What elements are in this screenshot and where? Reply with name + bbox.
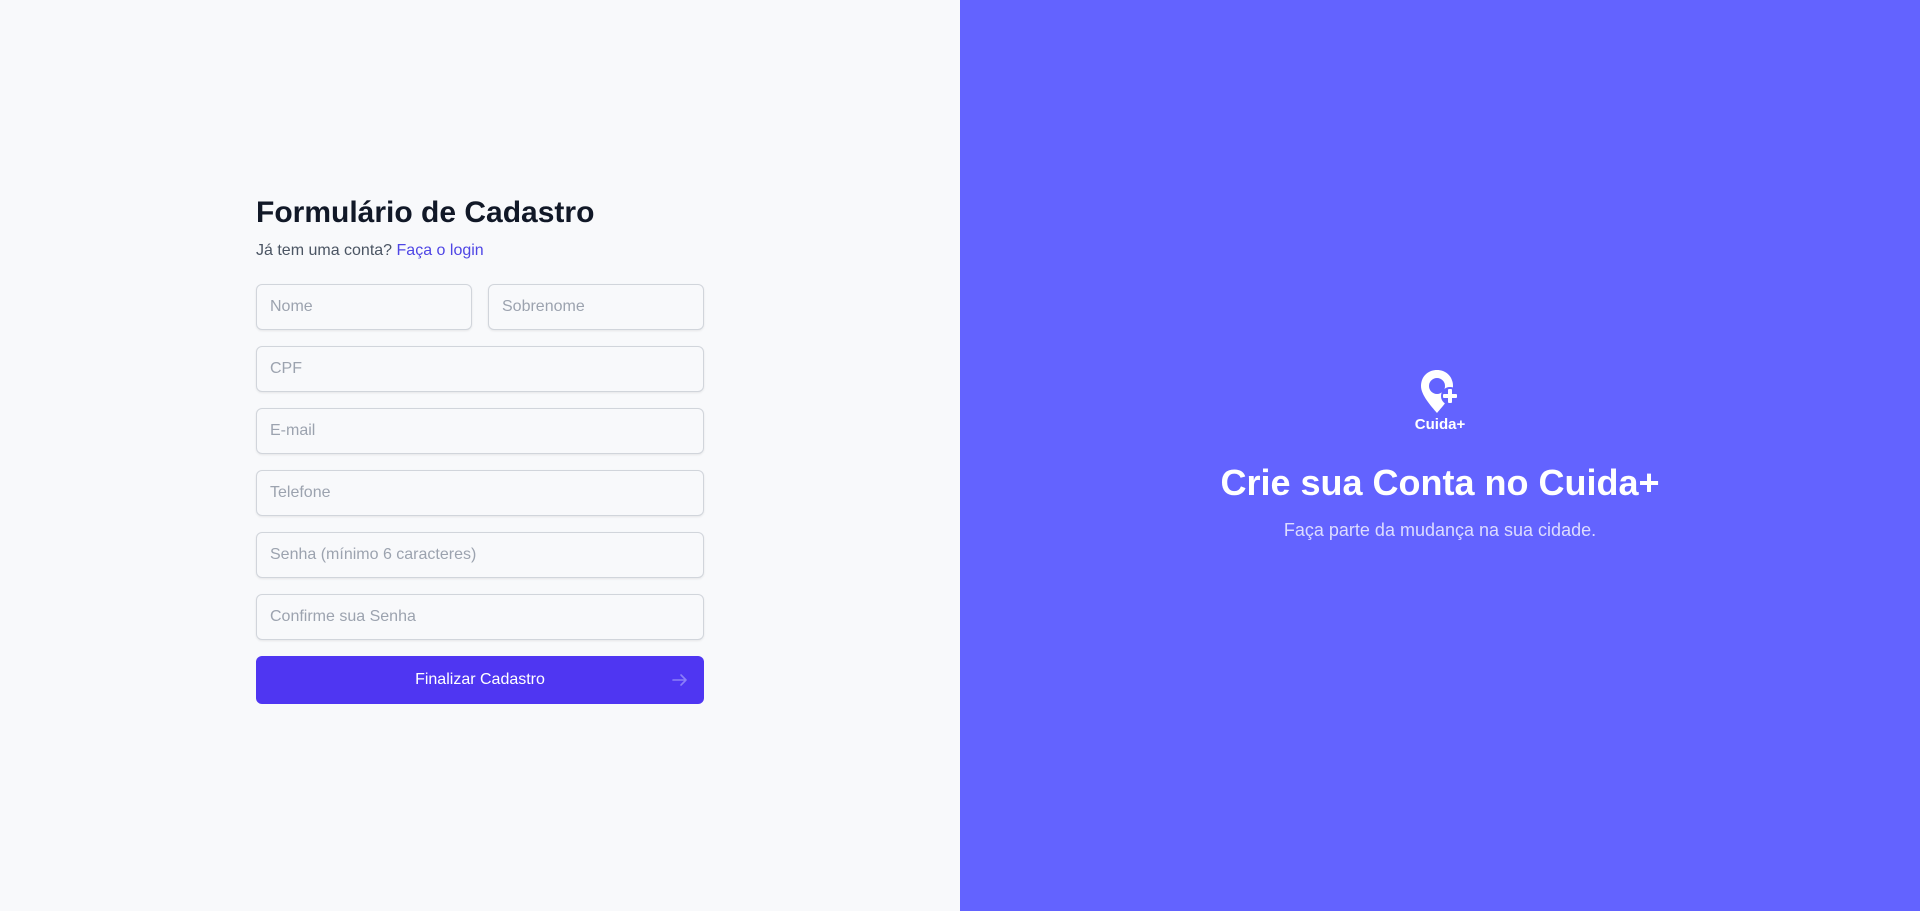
submit-button[interactable]: Finalizar Cadastro <box>256 656 704 704</box>
brand-block: Cuida+ Crie sua Conta no Cuida+ Faça par… <box>960 368 1920 542</box>
brand-panel: Cuida+ Crie sua Conta no Cuida+ Faça par… <box>960 0 1920 911</box>
submit-button-label: Finalizar Cadastro <box>415 671 545 688</box>
login-link[interactable]: Faça o login <box>397 242 484 259</box>
map-pin-plus-icon <box>1421 370 1459 413</box>
signup-form: Formulário de Cadastro Já tem uma conta?… <box>256 192 704 704</box>
arrow-right-icon <box>672 674 687 686</box>
hero-subtitle: Faça parte da mudança na sua cidade. <box>1283 520 1597 540</box>
name-row <box>256 284 704 330</box>
logo-text: Cuida+ <box>1414 416 1466 433</box>
form-title: Formulário de Cadastro <box>256 196 595 229</box>
password-input[interactable] <box>256 532 704 578</box>
form-fields: Finalizar Cadastro <box>256 284 704 704</box>
login-prompt: Já tem uma conta? Faça o login <box>256 240 704 262</box>
hero-title: Crie sua Conta no Cuida+ <box>1220 462 1660 503</box>
first-name-input[interactable] <box>256 284 472 330</box>
form-panel: Formulário de Cadastro Já tem uma conta?… <box>0 0 960 911</box>
cpf-input[interactable] <box>256 346 704 392</box>
login-prompt-text: Já tem uma conta? <box>256 242 393 259</box>
confirm-password-input[interactable] <box>256 594 704 640</box>
email-input[interactable] <box>256 408 704 454</box>
last-name-input[interactable] <box>488 284 704 330</box>
phone-input[interactable] <box>256 470 704 516</box>
signup-page: Formulário de Cadastro Já tem uma conta?… <box>0 0 1920 911</box>
